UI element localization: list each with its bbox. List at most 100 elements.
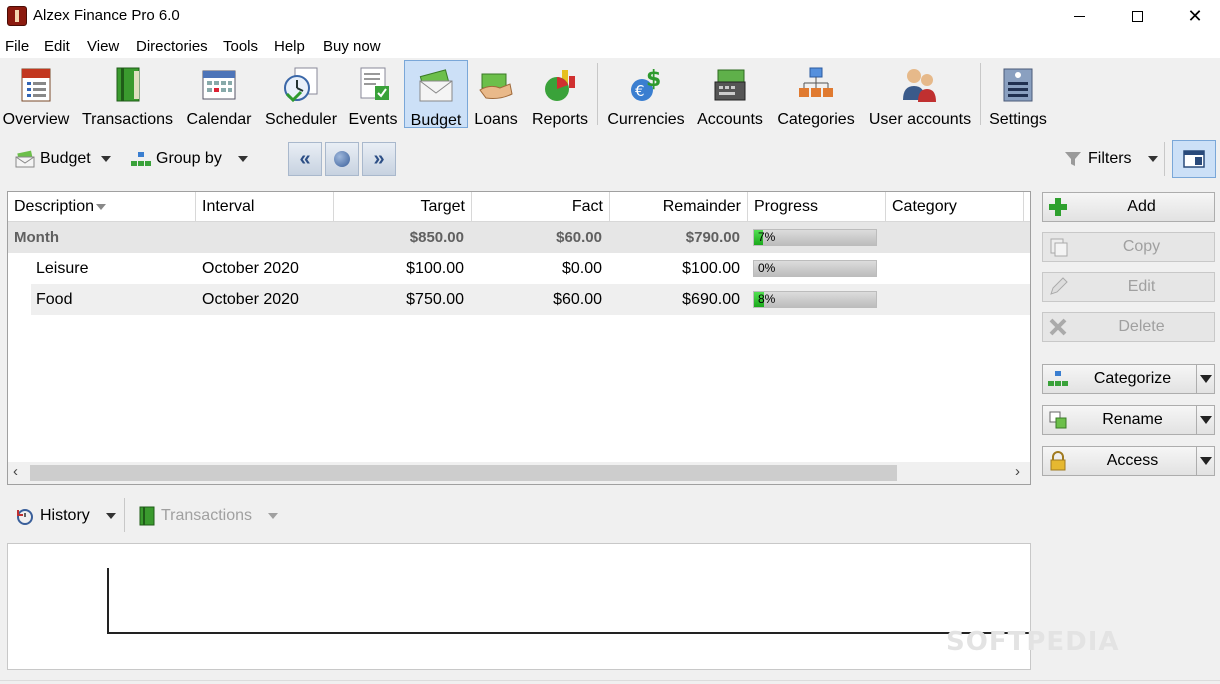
column-header-progress[interactable]: Progress bbox=[748, 192, 886, 222]
group-row[interactable]: Month $850.00 $60.00 $790.00 7% bbox=[8, 222, 1030, 253]
toolbar-loans-button[interactable]: Loans bbox=[472, 60, 520, 128]
transactions-dropdown[interactable]: Transactions bbox=[137, 506, 278, 526]
delete-button[interactable]: Delete bbox=[1042, 312, 1215, 342]
transactions-label: Transactions bbox=[161, 507, 252, 524]
group-target: $850.00 bbox=[409, 229, 464, 246]
column-header-remainder[interactable]: Remainder bbox=[610, 192, 748, 222]
categorize-button[interactable]: Categorize bbox=[1042, 364, 1215, 394]
row-target: $750.00 bbox=[406, 290, 464, 308]
row-fact: $0.00 bbox=[561, 259, 602, 277]
menu-buy-now[interactable]: Buy now bbox=[323, 38, 381, 55]
filters-dropdown[interactable]: Filters bbox=[1064, 150, 1158, 168]
toolbar-separator bbox=[597, 63, 598, 125]
budget-grid: Description Interval Target Fact Remaind… bbox=[7, 191, 1031, 485]
categorize-dropdown-arrow[interactable] bbox=[1196, 365, 1214, 393]
menu-directories[interactable]: Directories bbox=[136, 38, 208, 55]
menu-edit[interactable]: Edit bbox=[44, 38, 70, 55]
transactions-small-icon bbox=[139, 506, 155, 526]
toolbar-events-label: Events bbox=[348, 111, 398, 128]
reports-icon bbox=[540, 64, 580, 104]
budget-dropdown-label: Budget bbox=[40, 150, 91, 167]
toolbar-transactions-label: Transactions bbox=[82, 111, 173, 128]
previous-period-button[interactable]: « bbox=[288, 142, 322, 176]
progress-label: 7% bbox=[758, 230, 776, 244]
scroll-right-icon[interactable]: › bbox=[1015, 463, 1020, 480]
settings-icon bbox=[998, 64, 1038, 104]
minimize-icon bbox=[1073, 15, 1085, 17]
toolbar-user-accounts-label: User accounts bbox=[868, 111, 972, 128]
column-header-interval[interactable]: Interval bbox=[196, 192, 334, 222]
toolbar-settings-button[interactable]: Settings bbox=[986, 60, 1050, 128]
globe-icon bbox=[334, 151, 350, 167]
current-period-button[interactable] bbox=[325, 142, 359, 176]
toolbar-events-button[interactable]: Events bbox=[347, 60, 399, 128]
column-progress-label: Progress bbox=[754, 197, 819, 215]
calendar-icon bbox=[199, 64, 239, 104]
add-button[interactable]: Add bbox=[1042, 192, 1215, 222]
budget-dropdown[interactable]: Budget bbox=[14, 150, 111, 168]
copy-button[interactable]: Copy bbox=[1042, 232, 1215, 262]
details-panel-toggle[interactable] bbox=[1172, 140, 1216, 178]
status-bar bbox=[0, 680, 1220, 684]
toolbar-budget-label: Budget bbox=[410, 112, 462, 129]
column-header-target[interactable]: Target bbox=[334, 192, 472, 222]
group-by-dropdown[interactable]: Group by bbox=[130, 150, 248, 168]
minimize-button[interactable] bbox=[1050, 0, 1108, 32]
menu-help[interactable]: Help bbox=[274, 38, 305, 55]
column-header-more[interactable] bbox=[1024, 192, 1030, 222]
menu-file[interactable]: File bbox=[5, 38, 29, 55]
column-header-description[interactable]: Description bbox=[8, 192, 196, 222]
column-header-category[interactable]: Category bbox=[886, 192, 1024, 222]
toolbar-budget-button[interactable]: Budget bbox=[404, 60, 468, 129]
column-header-fact[interactable]: Fact bbox=[472, 192, 610, 222]
toolbar-user-accounts-button[interactable]: User accounts bbox=[866, 60, 974, 128]
toolbar-overview-button[interactable]: Overview bbox=[2, 60, 70, 128]
menu-view[interactable]: View bbox=[87, 38, 119, 55]
toolbar-loans-label: Loans bbox=[474, 111, 518, 128]
rename-label: Rename bbox=[1102, 411, 1163, 428]
events-icon bbox=[353, 64, 393, 104]
toolbar-scheduler-button[interactable]: Scheduler bbox=[263, 60, 339, 128]
toolbar-transactions-button[interactable]: Transactions bbox=[80, 60, 175, 128]
menu-tools[interactable]: Tools bbox=[223, 38, 258, 55]
maximize-icon bbox=[1131, 10, 1143, 22]
categories-icon bbox=[796, 64, 836, 104]
toolbar-reports-label: Reports bbox=[531, 111, 589, 128]
toolbar-accounts-button[interactable]: Accounts bbox=[694, 60, 766, 128]
scroll-left-icon[interactable]: ‹ bbox=[13, 463, 18, 480]
delete-x-icon bbox=[1047, 316, 1069, 338]
watermark: SOFTPEDIA bbox=[946, 627, 1120, 657]
history-dropdown[interactable]: History bbox=[14, 506, 116, 526]
budget-small-icon bbox=[15, 150, 35, 168]
subbar-separator bbox=[1164, 142, 1165, 176]
edit-button[interactable]: Edit bbox=[1042, 272, 1215, 302]
rename-button[interactable]: Rename bbox=[1042, 405, 1215, 435]
table-row[interactable]: Food October 2020 $750.00 $60.00 $690.00… bbox=[31, 284, 1030, 315]
copy-icon bbox=[1047, 236, 1069, 258]
access-button[interactable]: Access bbox=[1042, 446, 1215, 476]
progress-bar: 8% bbox=[753, 291, 877, 308]
column-remainder-label: Remainder bbox=[662, 197, 741, 215]
scrollbar-thumb[interactable] bbox=[30, 465, 897, 481]
table-row[interactable]: Leisure October 2020 $100.00 $0.00 $100.… bbox=[8, 253, 1030, 284]
next-period-button[interactable]: » bbox=[362, 142, 396, 176]
toolbar-currencies-label: Currencies bbox=[607, 111, 685, 128]
toolbar-reports-button[interactable]: Reports bbox=[528, 60, 592, 128]
rename-dropdown-arrow[interactable] bbox=[1196, 406, 1214, 434]
toolbar-currencies-button[interactable]: € $ Currencies bbox=[604, 60, 688, 128]
scheduler-icon bbox=[281, 64, 321, 104]
maximize-button[interactable] bbox=[1108, 0, 1166, 32]
column-fact-label: Fact bbox=[571, 197, 603, 215]
toolbar-overview-label: Overview bbox=[2, 111, 70, 128]
sort-desc-icon bbox=[96, 203, 107, 210]
double-chevron-left-icon: « bbox=[299, 147, 311, 170]
close-button[interactable]: ✕ bbox=[1166, 0, 1220, 32]
horizontal-scrollbar[interactable]: ‹ › bbox=[8, 462, 1030, 484]
group-by-icon bbox=[131, 152, 151, 166]
toolbar-calendar-button[interactable]: Calendar bbox=[184, 60, 254, 128]
row-interval: October 2020 bbox=[202, 290, 299, 308]
group-fact: $60.00 bbox=[556, 229, 602, 246]
access-dropdown-arrow[interactable] bbox=[1196, 447, 1214, 475]
toolbar-categories-button[interactable]: Categories bbox=[774, 60, 858, 128]
group-name: Month bbox=[14, 229, 59, 246]
